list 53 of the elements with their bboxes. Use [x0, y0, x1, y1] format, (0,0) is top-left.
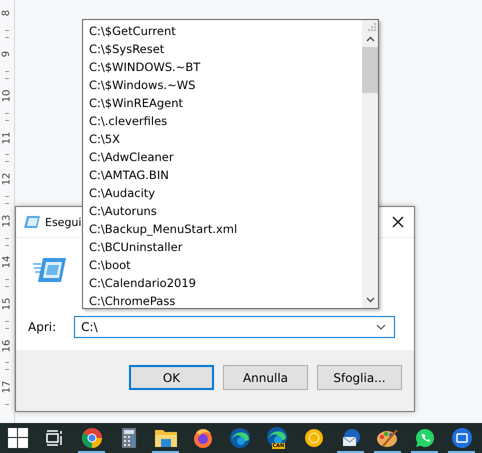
- dropdown-item[interactable]: C:\AdwCleaner: [83, 148, 362, 166]
- ruler-number: 13: [1, 214, 13, 228]
- dialog-button[interactable]: OK: [129, 365, 214, 390]
- resize-grip-icon[interactable]: [368, 23, 376, 32]
- dropdown-item[interactable]: C:\Calendario2019: [83, 274, 362, 292]
- mail-icon[interactable]: [340, 428, 360, 448]
- windows-logo-icon[interactable]: [8, 428, 28, 448]
- run-icon: [33, 256, 67, 284]
- folder-icon[interactable]: [154, 429, 176, 447]
- scroll-down-icon[interactable]: [366, 297, 374, 303]
- ring-icon[interactable]: [304, 428, 324, 448]
- ruler-number: 12: [1, 172, 13, 186]
- ruler-number: 15: [1, 298, 13, 310]
- edge-icon[interactable]: [230, 428, 250, 448]
- calculator-icon[interactable]: [122, 428, 136, 448]
- app-window-icon[interactable]: [452, 428, 472, 448]
- ruler-number: 17: [1, 380, 13, 394]
- dropdown-item[interactable]: C:\Audacity: [83, 184, 362, 202]
- scrollbar-thumb[interactable]: [362, 47, 378, 93]
- dropdown-item[interactable]: C:\$SysReset: [83, 40, 362, 58]
- chrome-icon[interactable]: [82, 428, 102, 448]
- dropdown-item[interactable]: C:\boot: [83, 256, 362, 274]
- open-combo-box[interactable]: C:\: [74, 316, 396, 338]
- dropdown-item[interactable]: C:\BCUninstaller: [83, 238, 362, 256]
- whatsapp-icon[interactable]: [414, 428, 434, 448]
- dropdown-item[interactable]: C:\ChromePass: [83, 292, 362, 310]
- dialog-button[interactable]: Annulla: [223, 365, 308, 390]
- dialog-button[interactable]: Sfoglia...: [317, 365, 402, 390]
- ruler-number: 14: [1, 256, 13, 269]
- dropdown-item[interactable]: C:\$WinREAgent: [83, 94, 362, 112]
- dropdown-item[interactable]: C:\.cleverfiles: [83, 112, 362, 130]
- paint-palette-icon[interactable]: [376, 428, 398, 448]
- dropdown-item[interactable]: C:\$Windows.~WS: [83, 76, 362, 94]
- dropdown-item[interactable]: C:\5X: [83, 130, 362, 148]
- ruler-number: 9: [1, 51, 13, 58]
- task-view-icon[interactable]: [46, 430, 64, 446]
- dropdown-item[interactable]: C:\$GetCurrent: [83, 22, 362, 40]
- dropdown-item[interactable]: C:\AMTAG.BIN: [83, 166, 362, 184]
- scroll-up-icon[interactable]: [366, 36, 374, 42]
- scrollbar[interactable]: [362, 20, 378, 308]
- dropdown-item[interactable]: C:\$WINDOWS.~BT: [83, 58, 362, 76]
- window-title: Esegui: [45, 216, 82, 228]
- ruler-number: 11: [1, 131, 13, 144]
- dropdown-item[interactable]: C:\Autoruns: [83, 202, 362, 220]
- open-label: Apri:: [28, 320, 56, 334]
- ruler-number: 10: [1, 90, 13, 102]
- chevron-down-icon[interactable]: [376, 324, 386, 330]
- firefox-icon[interactable]: [192, 428, 212, 448]
- ruler-number: 16: [1, 339, 13, 352]
- run-icon: [23, 215, 41, 229]
- close-icon[interactable]: [392, 216, 404, 228]
- ruler-number: 8: [1, 10, 13, 16]
- dropdown-item[interactable]: C:\Backup_MenuStart.xml: [83, 220, 362, 238]
